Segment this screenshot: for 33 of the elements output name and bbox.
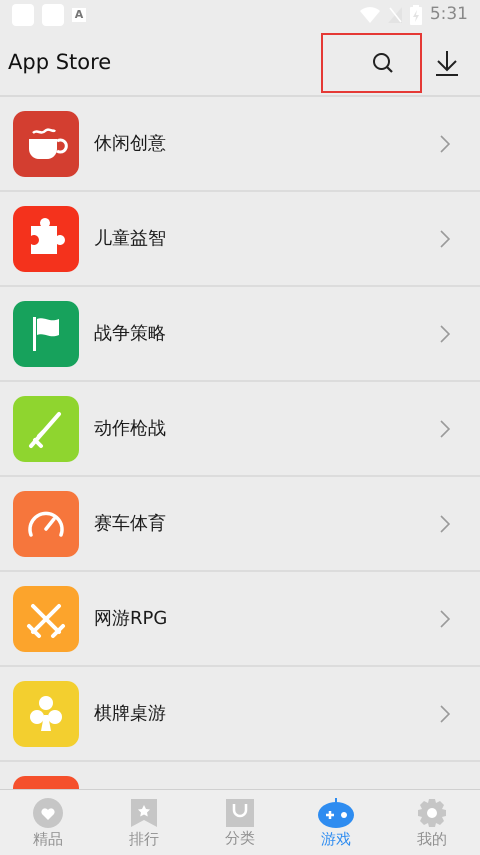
category-label: 休闲创意 [94, 132, 167, 156]
category-row[interactable]: 网游RPG [0, 572, 480, 667]
category-label: 战争策略 [94, 322, 167, 346]
category-label: 棋牌桌游 [94, 702, 167, 726]
chevron-right-icon [440, 420, 450, 438]
download-icon [435, 50, 459, 76]
gear-icon [417, 798, 447, 828]
search-button[interactable] [321, 32, 422, 92]
gamepad-icon [318, 798, 354, 828]
category-row[interactable]: 动作枪战 [0, 382, 480, 477]
app-title: App Store [7, 48, 112, 76]
bookmark-star-icon [130, 798, 158, 828]
category-row[interactable]: 战争策略 [0, 287, 480, 382]
no-signal-icon [388, 7, 402, 23]
category-label: 赛车体育 [94, 512, 167, 536]
chevron-right-icon [440, 704, 450, 722]
notification-badge: A [72, 8, 86, 22]
category-row[interactable]: 棋牌桌游 [0, 667, 480, 762]
category-label: 动作枪战 [94, 417, 167, 441]
chevron-right-icon [440, 230, 450, 248]
category-label: 网游RPG [94, 607, 168, 631]
category-row[interactable]: 休闲创意 [0, 97, 480, 192]
chevron-right-icon [440, 610, 450, 628]
category-row[interactable]: 儿童益智 [0, 192, 480, 287]
bag-icon [226, 799, 254, 827]
battery-icon [410, 5, 422, 25]
category-label: 儿童益智 [94, 227, 167, 251]
category-row[interactable]: 赛车体育 [0, 477, 480, 572]
clock-time: 5:31 [430, 3, 468, 26]
chevron-right-icon [440, 324, 450, 342]
chevron-right-icon [440, 514, 450, 532]
chevron-right-icon [440, 134, 450, 152]
search-icon [372, 52, 394, 74]
